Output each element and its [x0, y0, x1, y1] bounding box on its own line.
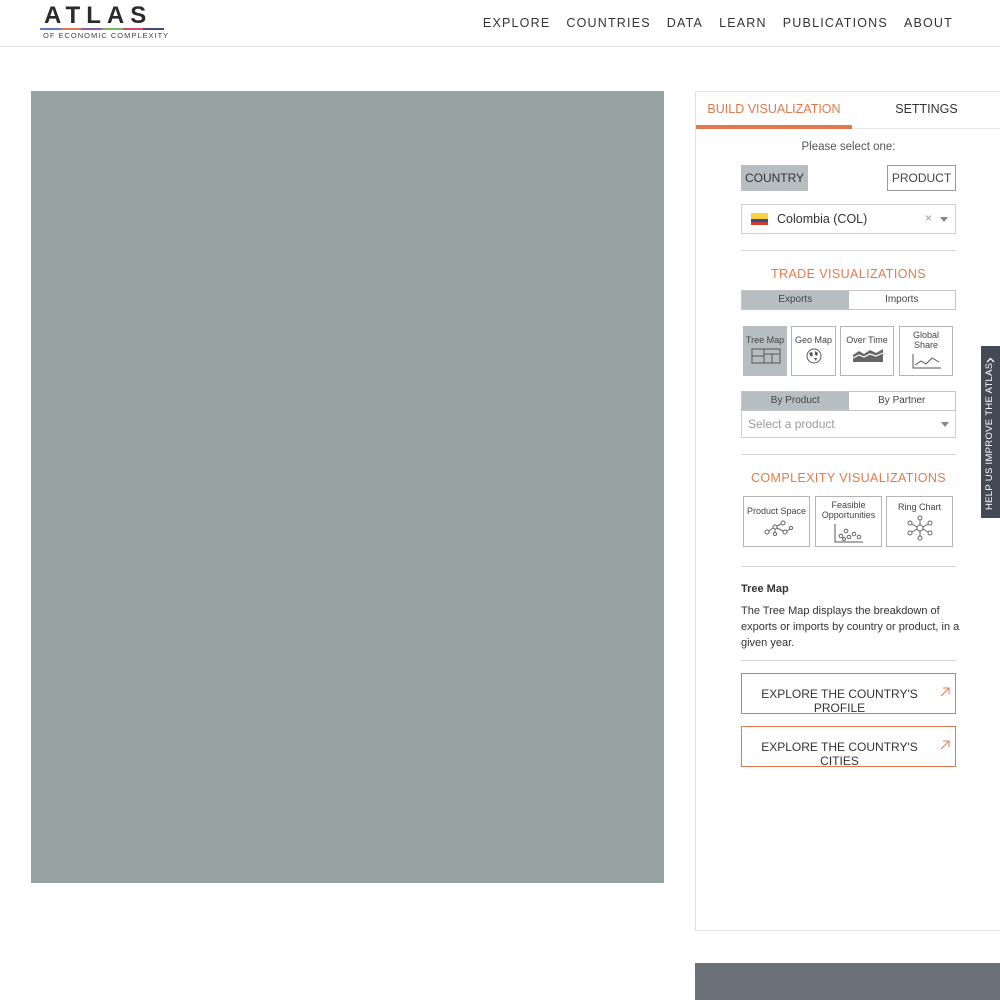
- explore-country-cities-button[interactable]: EXPLORE THE COUNTRY'S CITIES: [741, 726, 956, 768]
- chevron-down-icon[interactable]: [940, 217, 948, 222]
- feasible-label-line2: Opportunities: [821, 510, 876, 520]
- help-improve-tab[interactable]: HELP US IMPROVE THE ATLAS: [981, 346, 1000, 518]
- product-select[interactable]: Select a product: [741, 411, 956, 438]
- feasible-opportunities-button[interactable]: Feasible Opportunities: [815, 496, 882, 547]
- by-product-toggle[interactable]: By Product: [742, 392, 849, 410]
- tree-map-button[interactable]: Tree Map: [743, 326, 787, 376]
- nav-about[interactable]: ABOUT: [904, 16, 953, 30]
- select-prompt: Please select one:: [801, 141, 896, 153]
- nav-learn[interactable]: LEARN: [719, 16, 767, 30]
- feasible-label-line1: Feasible: [831, 500, 866, 510]
- footer-bar: [695, 963, 1000, 1000]
- explore-profile-label: EXPLORE THE COUNTRY'S PROFILE: [761, 687, 918, 715]
- visualization-canvas: [31, 91, 664, 883]
- tab-settings[interactable]: SETTINGS: [852, 92, 1000, 129]
- grouping-toggle: By Product By Partner: [741, 391, 956, 411]
- tab-build-visualization[interactable]: BUILD VISUALIZATION: [696, 92, 852, 129]
- global-share-button[interactable]: Global Share: [899, 326, 953, 376]
- country-select[interactable]: Colombia (COL) ×: [741, 204, 956, 234]
- complexity-visualizations-title: COMPLEXITY VISUALIZATIONS: [751, 471, 946, 485]
- main-nav: EXPLORE COUNTRIES DATA LEARN PUBLICATION…: [483, 16, 953, 30]
- logo-color-bar: [40, 28, 165, 30]
- imports-toggle[interactable]: Imports: [849, 291, 956, 309]
- global-share-label-line2: Share: [913, 340, 939, 350]
- panel-footer-divider: [695, 930, 1000, 931]
- description-text: The Tree Map displays the breakdown of e…: [741, 605, 960, 649]
- external-arrow-icon: [940, 687, 950, 697]
- geo-map-label: Geo Map: [794, 335, 833, 345]
- ring-chart-label: Ring Chart: [897, 502, 942, 512]
- divider: [741, 566, 956, 567]
- nav-explore[interactable]: EXPLORE: [483, 16, 550, 30]
- colombia-flag-icon: [751, 213, 768, 225]
- ring-chart-button[interactable]: Ring Chart: [886, 496, 953, 547]
- explore-cities-label: EXPLORE THE COUNTRY'S CITIES: [761, 740, 918, 768]
- ring-chart-icon: [907, 515, 933, 541]
- tree-map-icon: [751, 348, 781, 364]
- product-select-placeholder: Select a product: [748, 417, 835, 431]
- trade-visualizations-title: TRADE VISUALIZATIONS: [770, 267, 926, 281]
- country-select-value: Colombia (COL): [777, 212, 868, 226]
- logo-subtitle: OF ECONOMIC COMPLEXITY: [43, 31, 170, 40]
- over-time-label: Over Time: [846, 335, 888, 345]
- country-mode-button[interactable]: COUNTRY: [741, 165, 808, 191]
- product-space-label: Product Space: [746, 506, 807, 516]
- product-space-button[interactable]: Product Space: [743, 496, 810, 547]
- panel-tabs: BUILD VISUALIZATION SETTINGS: [696, 92, 1000, 129]
- chevron-down-icon[interactable]: [941, 422, 949, 427]
- build-panel: BUILD VISUALIZATION SETTINGS Please sele…: [695, 91, 1000, 931]
- product-mode-button[interactable]: PRODUCT: [887, 165, 956, 191]
- scatter-plot-icon: [834, 524, 863, 543]
- divider: [741, 660, 956, 661]
- divider: [741, 454, 956, 455]
- geo-map-button[interactable]: Geo Map: [791, 326, 836, 376]
- exports-toggle[interactable]: Exports: [742, 291, 849, 309]
- logo-wordmark: ATLAS: [44, 2, 153, 29]
- nav-publications[interactable]: PUBLICATIONS: [783, 16, 888, 30]
- flow-toggle: Exports Imports: [741, 290, 956, 310]
- divider: [741, 250, 956, 251]
- global-share-label-line1: Global: [912, 330, 939, 340]
- network-icon: [764, 520, 793, 537]
- by-partner-toggle[interactable]: By Partner: [849, 392, 956, 410]
- globe-icon: [806, 348, 822, 364]
- description-title: Tree Map: [741, 583, 789, 595]
- stacked-area-icon: [852, 349, 884, 362]
- external-arrow-icon: [940, 740, 950, 750]
- line-chart-icon: [912, 354, 941, 369]
- help-improve-label: HELP US IMPROVE THE ATLAS: [984, 362, 995, 510]
- nav-data[interactable]: DATA: [667, 16, 703, 30]
- nav-countries[interactable]: COUNTRIES: [566, 16, 650, 30]
- top-header: ATLAS OF ECONOMIC COMPLEXITY EXPLORE COU…: [0, 0, 1000, 47]
- clear-icon[interactable]: ×: [925, 211, 932, 225]
- explore-country-profile-button[interactable]: EXPLORE THE COUNTRY'S PROFILE: [741, 673, 956, 715]
- over-time-button[interactable]: Over Time: [840, 326, 894, 376]
- atlas-logo[interactable]: ATLAS OF ECONOMIC COMPLEXITY: [40, 2, 170, 40]
- tree-map-label: Tree Map: [745, 335, 785, 345]
